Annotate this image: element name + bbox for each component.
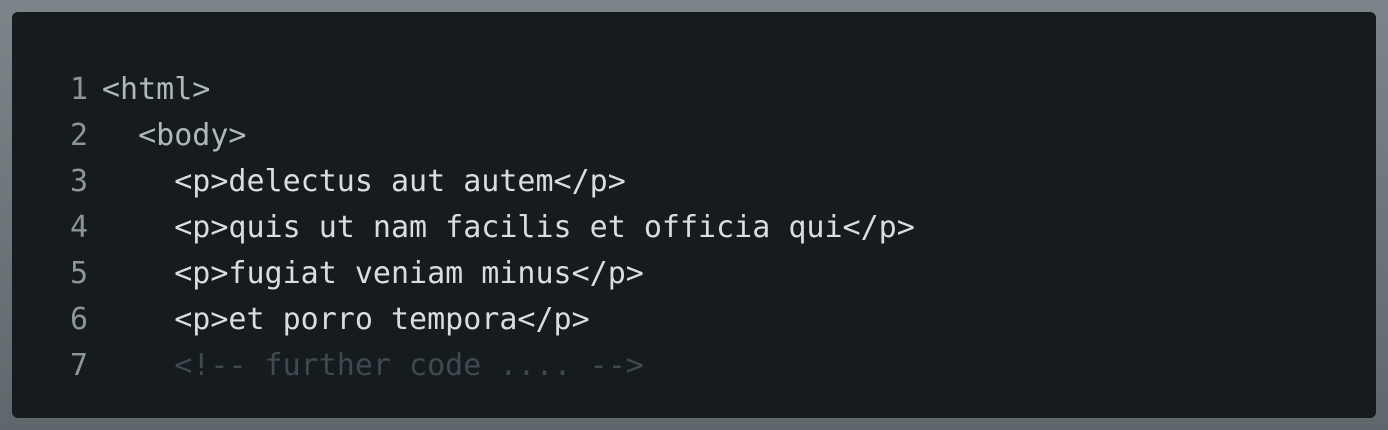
line-number: 7 <box>69 347 88 383</box>
screenshot-frame: 1 <html> 2 <body> 3 <p>delectus aut aute… <box>0 0 1388 430</box>
code-line-3: 3 <p>delectus aut autem</p> <box>12 158 1376 204</box>
line-number: 5 <box>69 255 88 291</box>
line-content: <p>delectus aut autem</p> <box>102 163 626 199</box>
line-number: 1 <box>69 71 88 107</box>
code-line-5: 5 <p>fugiat veniam minus</p> <box>12 250 1376 296</box>
line-number: 4 <box>69 209 88 245</box>
line-content: <html> <box>102 71 211 107</box>
code-line-1: 1 <html> <box>12 66 1376 112</box>
line-content: <p>quis ut nam facilis et officia qui</p… <box>102 209 915 245</box>
code-line-7: 7 <!-- further code .... --> <box>12 342 1376 388</box>
line-content: <body> <box>102 117 247 153</box>
code-line-2: 2 <body> <box>12 112 1376 158</box>
line-number: 6 <box>69 301 88 337</box>
line-number: 3 <box>69 163 88 199</box>
line-content: <p>et porro tempora</p> <box>102 301 590 337</box>
line-number: 2 <box>69 117 88 153</box>
code-comment: <!-- further code .... --> <box>102 347 644 383</box>
line-content: <p>fugiat veniam minus</p> <box>102 255 644 291</box>
code-line-6: 6 <p>et porro tempora</p> <box>12 296 1376 342</box>
code-line-4: 4 <p>quis ut nam facilis et officia qui<… <box>12 204 1376 250</box>
code-editor[interactable]: 1 <html> 2 <body> 3 <p>delectus aut aute… <box>12 12 1376 418</box>
